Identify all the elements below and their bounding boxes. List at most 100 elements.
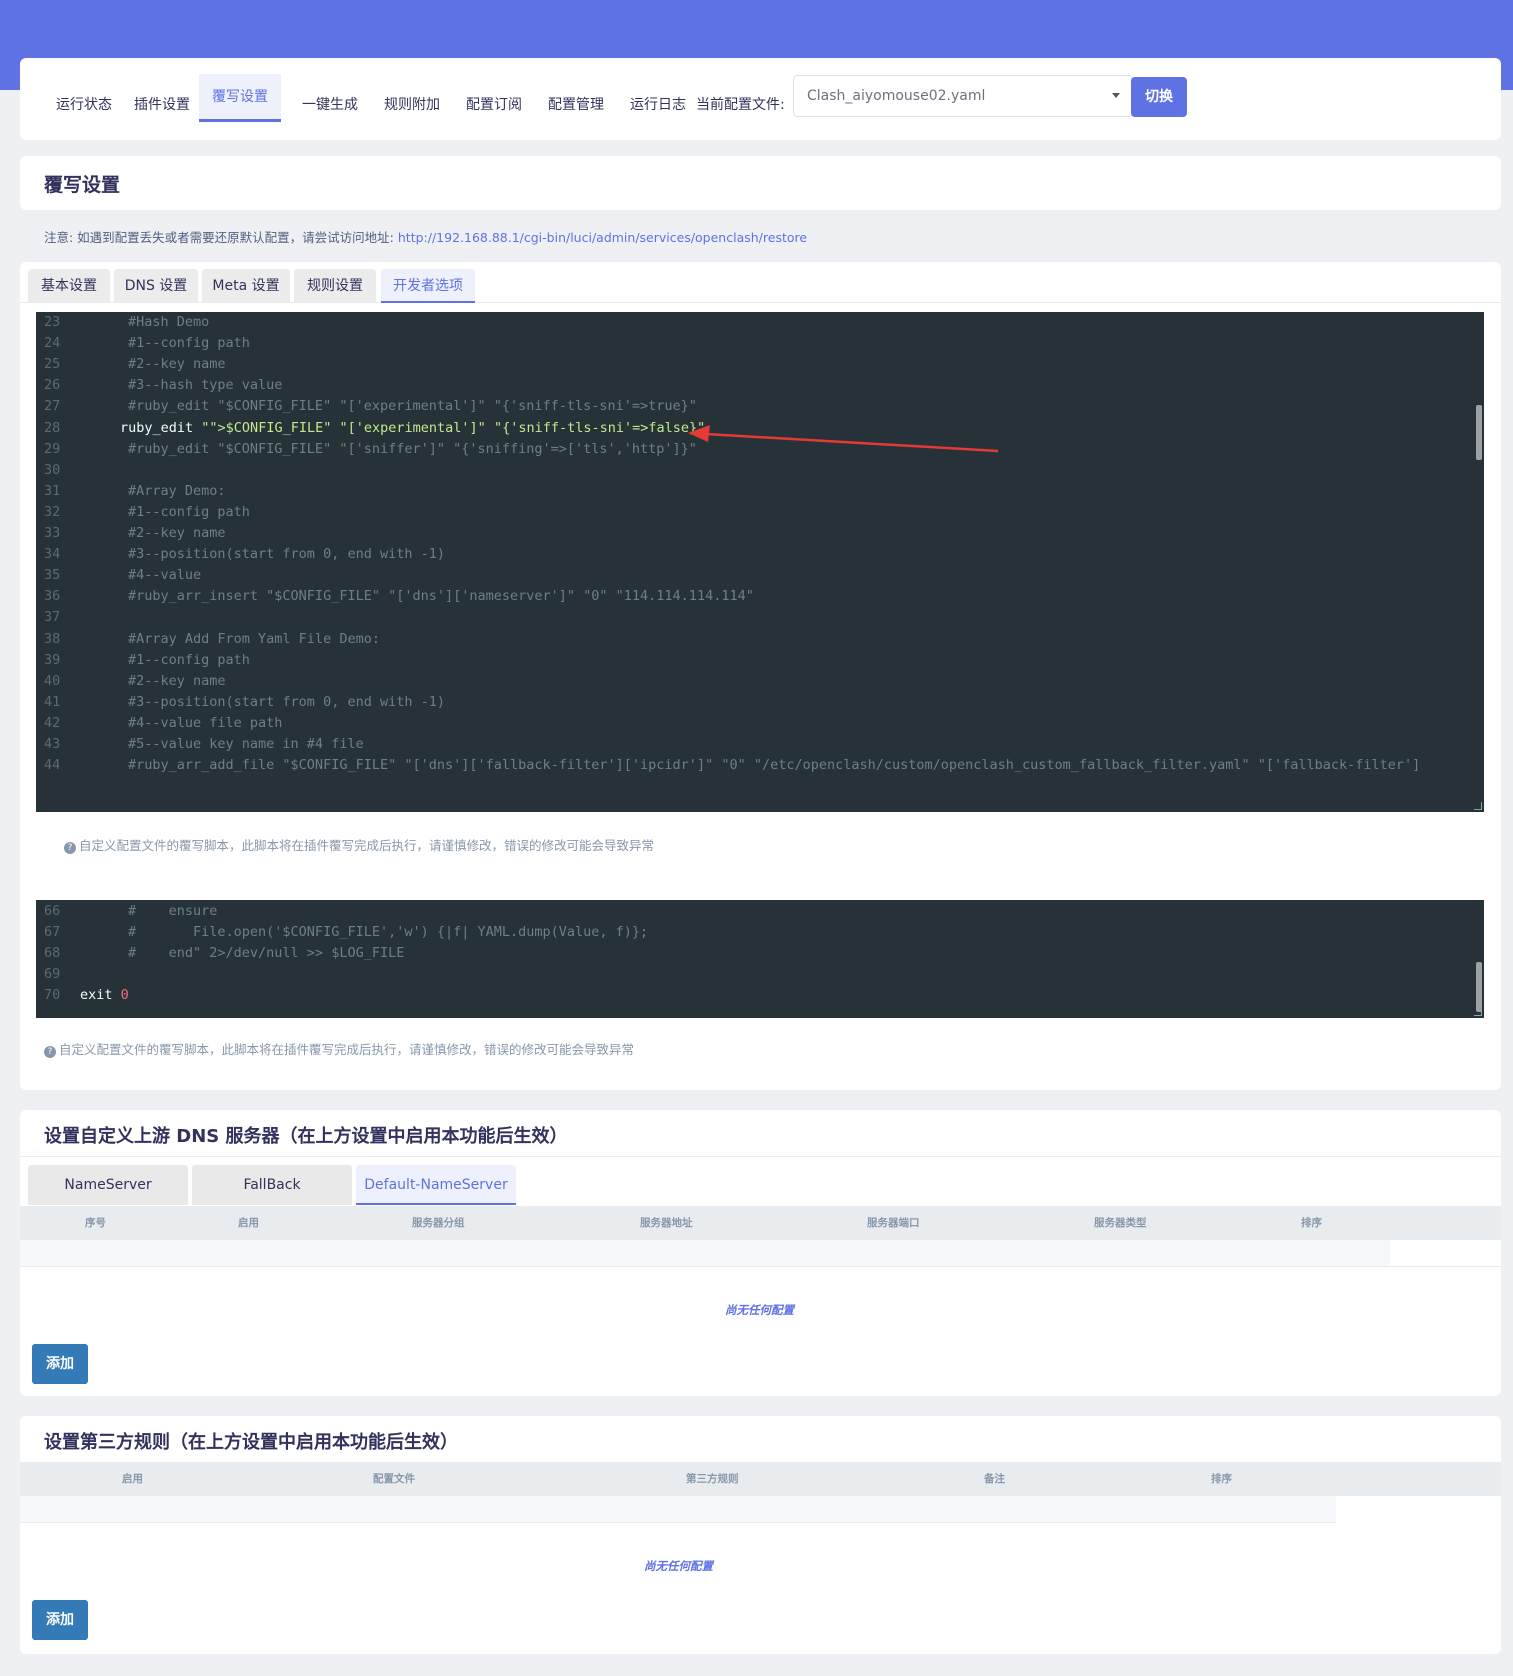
code-line[interactable]: 33 #2--key name (36, 522, 1476, 544)
code-line[interactable]: 23 #Hash Demo (36, 312, 1476, 333)
code-text: #2--key name (128, 525, 226, 541)
code-line[interactable]: 67 # File.open('$CONFIG_FILE','w') {|f| Y… (36, 921, 1476, 943)
line-number: 31 (44, 482, 61, 499)
col-third-party-rule: 第三方规则 (686, 1473, 739, 1485)
overwrite-script-editor-2[interactable]: 66 # ensure 67 # File.open('$CONFIG_FILE','… (36, 900, 1484, 1018)
empty-state-text: 尚无任何配置 (644, 1559, 713, 1573)
code-line[interactable]: 28 ruby_edit "">$CONFIG_FILE" "['experime… (36, 417, 1476, 439)
code-line[interactable]: 30 (36, 459, 1476, 481)
restore-notice-text: 注意: 如遇到配置丢失或者需要还原默认配置，请尝试访问地址: (44, 230, 398, 245)
resize-handle[interactable] (1474, 802, 1482, 810)
code-text: # end" 2>/dev/null >> $LOG_FILE (128, 945, 405, 962)
tab-meta-settings[interactable]: Meta 设置 (202, 269, 290, 303)
help-text: 自定义配置文件的覆写脚本，此脚本将在插件覆写完成后执行，请谨慎修改，错误的修改可… (79, 838, 655, 853)
code-text: #1--config path (128, 651, 250, 668)
code-line[interactable]: 36 #ruby_arr_insert "$CONFIG_FILE" "['dns… (36, 585, 1476, 607)
add-rule-button[interactable]: 添加 (32, 1600, 88, 1640)
tab-nameserver[interactable]: NameServer (28, 1165, 188, 1205)
code-text: #ruby_edit "$CONFIG_FILE" "['experimenta… (128, 398, 697, 415)
nav-tab-plugin-settings[interactable]: 插件设置 (124, 74, 200, 120)
restore-link[interactable]: http://192.168.88.1/cgi-bin/luci/admin/s… (398, 230, 807, 245)
code-line[interactable]: 24 #1--config path (36, 332, 1476, 354)
line-number: 29 (44, 440, 61, 457)
code-text: #Hash Demo (128, 314, 210, 330)
editor-scrollbar[interactable] (1476, 962, 1482, 1012)
code-text: #3--hash type value (128, 377, 283, 394)
divider (20, 1156, 1501, 1157)
tab-fallback[interactable]: FallBack (192, 1165, 352, 1205)
line-number: 66 (44, 903, 61, 919)
editor-scrollbar[interactable] (1476, 405, 1482, 460)
code-line[interactable]: 34 #3--position(start from 0, end with -1… (36, 543, 1476, 565)
table-row (20, 1240, 1390, 1266)
tab-basic-settings[interactable]: 基本设置 (28, 269, 110, 303)
code-line[interactable]: 66 # ensure (36, 900, 1476, 922)
line-number: 34 (44, 546, 61, 563)
line-number: 36 (44, 588, 61, 605)
add-dns-button[interactable]: 添加 (32, 1344, 88, 1384)
config-file-value: Clash_aiyomouse02.yaml (807, 88, 986, 104)
line-number: 67 (44, 924, 61, 941)
code-line[interactable]: 44 #ruby_arr_add_file "$CONFIG_FILE" "['d… (36, 754, 1476, 776)
code-text: #5--value key name in #4 file (128, 736, 364, 752)
code-text: #2--key name (128, 672, 226, 689)
code-line[interactable]: 37 (36, 606, 1476, 628)
code-line[interactable]: 39 #1--config path (36, 649, 1476, 671)
code-line[interactable]: 38 #Array Add From Yaml File Demo: (36, 628, 1476, 650)
code-line[interactable]: 31 #Array Demo: (36, 480, 1476, 502)
code-line[interactable]: 26 #3--hash type value (36, 374, 1476, 396)
col-server-port: 服务器端口 (867, 1217, 920, 1229)
code-text: #1--config path (128, 335, 250, 352)
code-text: #ruby_arr_insert "$CONFIG_FILE" "['dns']… (128, 588, 754, 605)
line-number: 32 (44, 503, 61, 520)
col-sort: 排序 (1301, 1217, 1322, 1229)
code-line[interactable]: 42 #4--value file path (36, 712, 1476, 734)
nav-tab-status[interactable]: 运行状态 (46, 74, 122, 120)
code-line[interactable]: 35 #4--value (36, 564, 1476, 586)
nav-tab-run-log[interactable]: 运行日志 (620, 74, 696, 120)
col-enabled: 启用 (122, 1473, 143, 1485)
col-sort: 排序 (1211, 1473, 1232, 1485)
switch-button[interactable]: 切换 (1131, 77, 1187, 117)
line-number: 26 (44, 377, 61, 394)
code-line[interactable]: 40 #2--key name (36, 670, 1476, 692)
editor-help-text: ? 自定义配置文件的覆写脚本，此脚本将在插件覆写完成后执行，请谨慎修改，错误的修改… (64, 835, 654, 854)
tab-default-nameserver[interactable]: Default-NameServer (356, 1165, 516, 1205)
config-file-select[interactable]: Clash_aiyomouse02.yaml (793, 75, 1133, 117)
line-number: 24 (44, 335, 61, 352)
question-icon: ? (44, 1046, 56, 1058)
nav-tab-overwrite-settings[interactable]: 覆写设置 (199, 74, 281, 122)
code-line[interactable]: 25 #2--key name (36, 353, 1476, 375)
question-icon: ? (64, 842, 76, 854)
line-number: 33 (44, 525, 61, 541)
nav-tab-config-manage[interactable]: 配置管理 (538, 74, 614, 120)
code-line[interactable]: 43 #5--value key name in #4 file (36, 733, 1476, 755)
code-line[interactable]: 27 #ruby_edit "$CONFIG_FILE" "['experimen… (36, 395, 1476, 417)
chevron-down-icon (1112, 93, 1120, 98)
code-text: #4--value (128, 567, 202, 584)
col-server-group: 服务器分组 (412, 1217, 465, 1229)
tab-rule-settings[interactable]: 规则设置 (294, 269, 376, 303)
code-line[interactable]: 29 #ruby_edit "$CONFIG_FILE" "['sniffer']… (36, 438, 1476, 460)
code-text: #Array Add From Yaml File Demo: (128, 630, 380, 647)
overwrite-script-editor[interactable]: 23 #Hash Demo 24 #1--config path 25 #2--key n… (36, 312, 1484, 812)
resize-handle[interactable] (1474, 1008, 1482, 1016)
nav-tab-rule-append[interactable]: 规则附加 (374, 74, 450, 120)
dns-section-title: 设置自定义上游 DNS 服务器（在上方设置中启用本功能后生效） (44, 1126, 568, 1147)
line-number: 37 (44, 609, 61, 626)
code-text: #3--position(start from 0, end with -1) (128, 693, 445, 710)
line-number: 69 (44, 966, 61, 983)
code-line[interactable]: 41 #3--position(start from 0, end with -1… (36, 691, 1476, 713)
code-text: exit 0 (80, 987, 129, 1004)
line-number: 38 (44, 630, 61, 647)
code-line[interactable]: 32 #1--config path (36, 501, 1476, 523)
tab-dns-settings[interactable]: DNS 设置 (114, 269, 198, 303)
nav-tab-config-subscribe[interactable]: 配置订阅 (456, 74, 532, 120)
nav-tab-one-click-generate[interactable]: 一键生成 (292, 74, 368, 120)
code-line[interactable]: 68 # end" 2>/dev/null >> $LOG_FILE (36, 942, 1476, 964)
code-line[interactable]: 70 exit 0 (36, 984, 1476, 1006)
code-line[interactable]: 69 (36, 963, 1476, 985)
tab-developer-options[interactable]: 开发者选项 (381, 269, 475, 303)
code-text: # File.open('$CONFIG_FILE','w') {|f| YAM… (128, 924, 649, 941)
line-number: 44 (44, 757, 61, 774)
